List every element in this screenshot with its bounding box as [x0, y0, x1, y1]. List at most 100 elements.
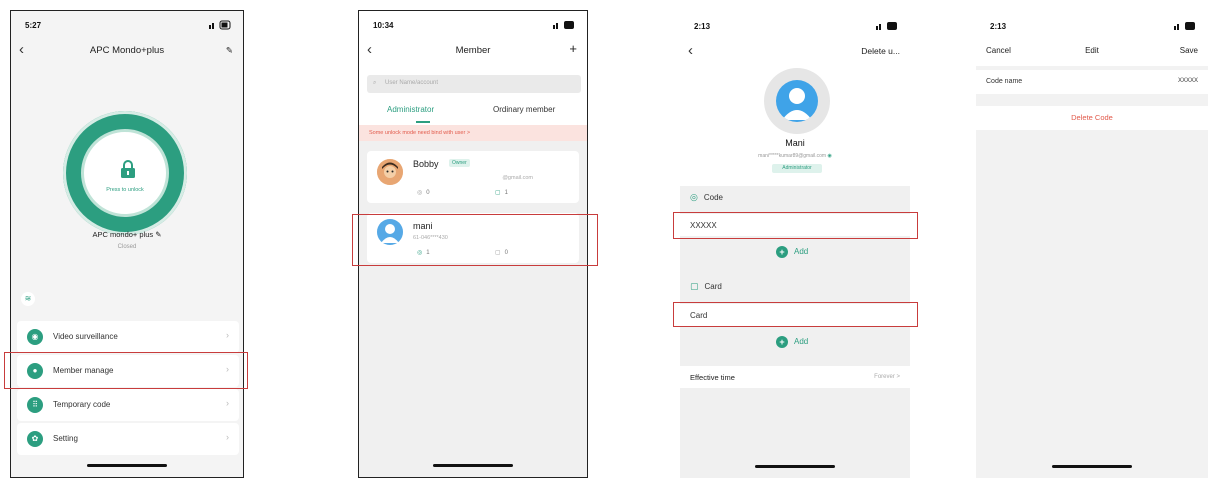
page-title: Member	[455, 45, 491, 56]
signal-battery-icon	[876, 22, 897, 30]
menu-item-label: Temporary code	[53, 400, 111, 409]
code-count: ◎ 1	[417, 250, 430, 256]
keypad-icon: ⠿	[27, 397, 43, 413]
card-icon: ▢	[495, 250, 501, 256]
member-account: 61-046****430	[413, 235, 448, 241]
tab-ordinary-member[interactable]: Ordinary member	[493, 105, 555, 114]
card-icon: ▢	[690, 281, 699, 291]
card-icon: ▢	[495, 190, 501, 196]
menu-item-setting[interactable]: ✿ Setting ›	[17, 423, 239, 455]
edit-code-screen: 2:13 Cancel Edit Save Code name XXXXX De…	[976, 12, 1208, 478]
member-detail-screen: 2:13 ‹ Delete u... Mani mani*****kumar89…	[680, 12, 910, 478]
code-name-value: XXXXX	[1177, 78, 1198, 84]
device-name[interactable]: APC mondo+ plus ✎	[11, 230, 243, 239]
menu-item-label: Video surveillance	[53, 332, 118, 341]
avatar	[377, 159, 403, 185]
person-icon	[776, 80, 818, 122]
nav-bar: ‹ Member +	[359, 37, 587, 65]
member-email: mani*****kumar89@gmail.com ◉	[758, 153, 832, 159]
unlock-button[interactable]: Press to unlock	[63, 111, 187, 235]
member-name: mani	[413, 221, 433, 231]
code-section-label: ◎ Code	[690, 192, 723, 202]
plus-icon: +	[776, 246, 788, 258]
pencil-icon[interactable]: ✎	[155, 230, 161, 239]
status-bar: 2:13	[976, 12, 1208, 38]
code-entry[interactable]: XXXXX	[680, 214, 910, 236]
gear-icon: ✿	[27, 431, 43, 447]
menu-item-label: Setting	[53, 434, 78, 443]
save-button[interactable]: Save	[1180, 46, 1198, 55]
add-code-button[interactable]: + Add	[776, 246, 808, 258]
search-placeholder: User Name/account	[385, 80, 439, 86]
avatar	[764, 68, 830, 134]
status-time: 2:13	[990, 22, 1007, 31]
home-indicator	[1052, 465, 1132, 468]
member-name: Bobby	[413, 159, 439, 169]
status-time: 5:27	[25, 21, 42, 30]
card-section-label: ▢ Card	[690, 281, 722, 291]
person-icon: ●	[27, 363, 43, 379]
person-icon	[377, 159, 403, 185]
code-count: ◎ 0	[417, 190, 430, 196]
wifi-icon[interactable]: ≋	[21, 292, 35, 306]
menu-item-label: Member manage	[53, 366, 114, 375]
status-time: 10:34	[373, 21, 394, 30]
owner-badge: Owner	[449, 159, 470, 167]
avatar	[377, 219, 403, 245]
chevron-right-icon: ›	[226, 432, 229, 442]
home-indicator	[755, 465, 835, 468]
card-count: ▢ 0	[495, 250, 509, 256]
tab-indicator	[416, 121, 430, 123]
person-icon	[377, 219, 403, 245]
search-icon: ⌕	[373, 80, 377, 86]
member-row-mani[interactable]: mani 61-046****430 ◎ 1 ▢ 0	[367, 213, 579, 263]
device-state: Closed	[117, 244, 137, 250]
search-input[interactable]: ⌕ User Name/account	[367, 75, 581, 93]
camera-icon: ◉	[27, 329, 43, 345]
card-entry[interactable]: Card	[680, 304, 910, 326]
member-row-bobby[interactable]: Bobby Owner @gmail.com ◎ 0 ▢ 1	[367, 151, 579, 203]
code-name-label: Code name	[986, 78, 1023, 85]
menu-item-member-manage[interactable]: ● Member manage ›	[17, 355, 239, 387]
page-title: Edit	[1085, 46, 1099, 55]
warning-banner[interactable]: Some unlock mode need bind with user >	[359, 125, 587, 141]
lock-home-screen: 5:27 ‹ APC Mondo+plus ✎ Press to unlock …	[10, 10, 244, 478]
add-card-button[interactable]: + Add	[776, 336, 808, 348]
status-bar: 10:34	[359, 11, 587, 37]
delete-code-button[interactable]: Delete Code	[976, 106, 1208, 130]
home-indicator	[433, 464, 513, 467]
effective-time-label: Effective time	[690, 373, 735, 382]
member-list-screen: 10:34 ‹ Member + ⌕ User Name/account Adm…	[358, 10, 588, 478]
plus-icon[interactable]: +	[569, 41, 577, 56]
nav-bar: ‹ APC Mondo+plus ✎	[11, 37, 243, 65]
menu-item-video-surveillance[interactable]: ◉ Video surveillance ›	[17, 321, 239, 353]
status-bar: 5:27	[11, 11, 243, 37]
delete-user-button[interactable]: Delete u...	[861, 46, 900, 56]
signal-battery-icon	[1174, 22, 1195, 30]
member-tabs: Administrator Ordinary member	[359, 99, 587, 125]
nav-bar: Cancel Edit Save	[976, 42, 1208, 66]
menu-item-temporary-code[interactable]: ⠿ Temporary code ›	[17, 389, 239, 421]
tab-administrator[interactable]: Administrator	[387, 105, 434, 114]
plus-icon: +	[776, 336, 788, 348]
code-icon: ◎	[417, 190, 423, 196]
chevron-right-icon: ›	[226, 364, 229, 374]
chevron-right-icon: ›	[226, 330, 229, 340]
role-badge: Administrator	[772, 164, 822, 173]
card-count: ▢ 1	[495, 190, 509, 196]
effective-time-row[interactable]: Effective time Forever >	[680, 366, 910, 388]
eye-icon[interactable]: ◉	[827, 153, 831, 159]
code-icon: ◎	[690, 192, 698, 202]
lock-icon	[121, 160, 135, 178]
member-account: @gmail.com	[502, 175, 533, 181]
signal-battery-icon	[553, 21, 574, 29]
chevron-right-icon: ›	[226, 398, 229, 408]
page-title: APC Mondo+plus	[89, 45, 165, 56]
home-indicator	[87, 464, 167, 467]
signal-battery-icon	[209, 20, 231, 30]
pencil-icon[interactable]: ✎	[226, 45, 233, 56]
unlock-label: Press to unlock	[106, 187, 144, 193]
code-name-row[interactable]: Code name XXXXX	[976, 70, 1208, 94]
chevron-left-icon[interactable]: ‹	[688, 42, 693, 59]
status-time: 2:13	[694, 22, 711, 31]
